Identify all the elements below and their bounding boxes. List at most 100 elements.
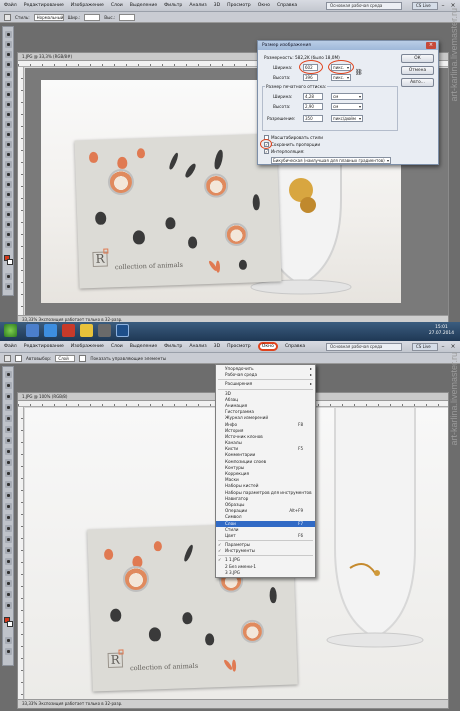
minimize-icon[interactable]: –	[439, 342, 447, 351]
print-height-input[interactable]: 2,90	[303, 103, 323, 110]
path-select-tool-icon[interactable]	[5, 547, 12, 554]
window-menu-item[interactable]: Расширения ▸	[216, 381, 315, 387]
pen-tool-icon[interactable]	[5, 171, 12, 178]
window-menu-item[interactable]: Рабочая среда ▸	[216, 372, 315, 378]
menu-file[interactable]: Файл	[4, 3, 17, 8]
type-tool-icon[interactable]	[5, 536, 12, 543]
show-transform-checkbox[interactable]	[79, 354, 87, 362]
menu-image[interactable]: Изображение	[71, 344, 104, 349]
resolution-unit-select[interactable]: пикс/дюйм	[331, 115, 363, 122]
menu-filter[interactable]: Фильтр	[164, 344, 182, 349]
3d-camera-tool-icon[interactable]	[5, 580, 12, 587]
history-brush-tool-icon[interactable]	[5, 470, 12, 477]
background-color-swatch[interactable]	[7, 621, 13, 627]
move-tool-icon[interactable]	[5, 371, 12, 378]
crop-tool-icon[interactable]	[5, 415, 12, 422]
path-select-tool-icon[interactable]	[5, 191, 12, 198]
pen-tool-icon[interactable]	[5, 525, 12, 532]
pixel-height-input[interactable]: 396	[303, 74, 318, 81]
quick-mask-icon[interactable]	[5, 637, 12, 644]
menu-window[interactable]: Окно	[257, 342, 278, 351]
stamp-tool-icon[interactable]	[5, 111, 12, 118]
cs-live-button[interactable]: CS Live	[412, 2, 438, 10]
stamp-tool-icon[interactable]	[5, 459, 12, 466]
menu-edit[interactable]: Редактирование	[24, 344, 64, 349]
resolution-input[interactable]: 350	[303, 115, 323, 122]
height-field[interactable]	[119, 13, 136, 21]
zoom-tool-icon[interactable]	[5, 602, 12, 609]
menu-image[interactable]: Изображение	[71, 3, 104, 8]
background-color-swatch[interactable]	[7, 259, 13, 265]
shape-tool-icon[interactable]	[5, 201, 12, 208]
resample-checkbox[interactable]: ✓	[264, 149, 269, 154]
gradient-tool-icon[interactable]	[5, 492, 12, 499]
print-width-input[interactable]: 4,28	[303, 93, 323, 100]
marquee-tool-icon[interactable]	[5, 382, 12, 389]
hand-tool-icon[interactable]	[5, 591, 12, 598]
eraser-tool-icon[interactable]	[5, 131, 12, 138]
eyedropper-tool-icon[interactable]	[5, 426, 12, 433]
menu-layers[interactable]: Слои	[111, 3, 123, 8]
menu-filter[interactable]: Фильтр	[164, 3, 182, 8]
resample-method-select[interactable]: Бикубическая (наилучшая для плавных град…	[271, 157, 391, 164]
blur-tool-icon[interactable]	[5, 151, 12, 158]
blur-tool-icon[interactable]	[5, 503, 12, 510]
workspace-button[interactable]: Основная рабочая среда	[326, 2, 402, 10]
healing-tool-icon[interactable]	[5, 437, 12, 444]
dodge-tool-icon[interactable]	[5, 514, 12, 521]
gradient-tool-icon[interactable]	[5, 141, 12, 148]
quick-select-tool-icon[interactable]	[5, 61, 12, 68]
lasso-tool-icon[interactable]	[5, 51, 12, 58]
brush-tool-icon[interactable]	[5, 101, 12, 108]
move-tool-icon[interactable]	[5, 31, 12, 38]
start-orb-icon[interactable]	[4, 324, 17, 337]
autoselect-select[interactable]: Слой	[55, 354, 76, 362]
screen-mode-icon[interactable]	[5, 283, 12, 290]
print-width-unit-select[interactable]: см	[331, 93, 363, 100]
menu-view[interactable]: Просмотр	[227, 3, 251, 8]
photoshop-icon[interactable]	[116, 324, 129, 337]
menu-analysis[interactable]: Анализ	[189, 3, 206, 8]
pixel-height-unit-select[interactable]: пикс.	[331, 74, 351, 81]
menu-3d[interactable]: 3D	[214, 3, 220, 8]
crop-tool-icon[interactable]	[5, 71, 12, 78]
dodge-tool-icon[interactable]	[5, 161, 12, 168]
menu-window[interactable]: Окно	[258, 3, 270, 8]
width-field[interactable]	[84, 13, 101, 21]
menu-view[interactable]: Просмотр	[227, 344, 251, 349]
ie-icon[interactable]	[44, 324, 57, 337]
eyedropper-tool-icon[interactable]	[5, 81, 12, 88]
hand-tool-icon[interactable]	[5, 231, 12, 238]
cancel-button[interactable]: Отмена	[401, 66, 434, 75]
menu-select[interactable]: Выделение	[130, 344, 157, 349]
close-icon[interactable]: ×	[426, 42, 436, 49]
lasso-tool-icon[interactable]	[5, 393, 12, 400]
zoom-tool-icon[interactable]	[5, 241, 12, 248]
shape-tool-icon[interactable]	[5, 558, 12, 565]
opera-icon[interactable]	[62, 324, 75, 337]
3d-rotate-tool-icon[interactable]	[5, 569, 12, 576]
style-select[interactable]: Нормальный	[33, 13, 64, 21]
cs-live-button[interactable]: CS Live	[412, 343, 438, 351]
menu-file[interactable]: Файл	[4, 344, 17, 349]
close-icon[interactable]: ×	[449, 342, 457, 351]
brush-tool-icon[interactable]	[5, 448, 12, 455]
menu-help[interactable]: Справка	[285, 344, 305, 349]
history-brush-tool-icon[interactable]	[5, 121, 12, 128]
screen-mode-icon[interactable]	[5, 648, 12, 655]
app-icon[interactable]	[98, 324, 111, 337]
move-tool-icon[interactable]	[4, 354, 11, 362]
healing-tool-icon[interactable]	[5, 91, 12, 98]
menu-edit[interactable]: Редактирование	[24, 3, 64, 8]
3d-rotate-tool-icon[interactable]	[5, 211, 12, 218]
autoselect-checkbox[interactable]	[15, 354, 22, 362]
workspace-button[interactable]: Основная рабочая среда	[326, 343, 402, 351]
window-menu-item[interactable]: 3 3.JPG	[216, 570, 315, 576]
marquee-tool-icon[interactable]	[4, 13, 11, 21]
3d-camera-tool-icon[interactable]	[5, 221, 12, 228]
menu-select[interactable]: Выделение	[130, 3, 157, 8]
print-height-unit-select[interactable]: см	[331, 103, 363, 110]
window-menu-item[interactable]: ✓ Инструменты	[216, 548, 315, 554]
auto-button[interactable]: Авто...	[401, 78, 434, 87]
eraser-tool-icon[interactable]	[5, 481, 12, 488]
